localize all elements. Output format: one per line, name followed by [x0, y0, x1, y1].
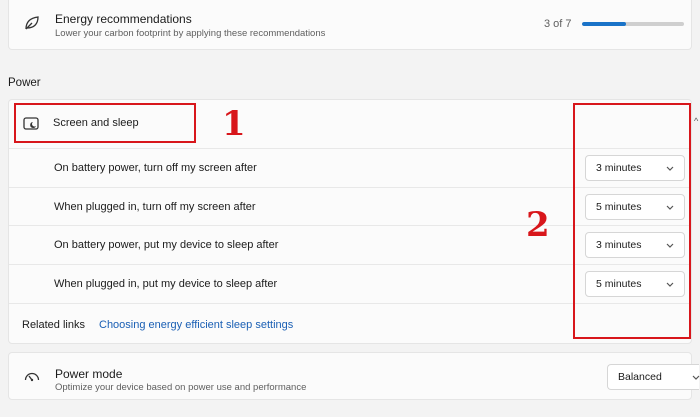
- progress-count: 3 of 7: [544, 18, 572, 30]
- power-mode-card: Power mode Optimize your device based on…: [8, 352, 700, 400]
- annotation-number-2: 2: [526, 205, 550, 245]
- dropdown-value: Balanced: [618, 371, 662, 383]
- chevron-down-icon: [692, 375, 700, 380]
- annotation-box-2: [573, 103, 691, 339]
- energy-recommendations-title: Energy recommendations: [55, 12, 192, 26]
- progress-bar: [582, 22, 684, 26]
- power-mode-dropdown[interactable]: Balanced: [607, 364, 700, 390]
- setting-label: On battery power, turn off my screen aft…: [54, 162, 257, 174]
- power-mode-subtitle: Optimize your device based on power use …: [55, 382, 307, 393]
- gauge-icon: [24, 372, 40, 382]
- related-links-label: Related links: [22, 319, 85, 331]
- setting-label: When plugged in, put my device to sleep …: [54, 278, 278, 290]
- annotation-number-1: 1: [222, 104, 246, 144]
- setting-label: When plugged in, turn off my screen afte…: [54, 201, 256, 213]
- progress-bar-fill: [582, 22, 626, 26]
- leaf-icon: [25, 16, 39, 30]
- scrollbar-up-arrow[interactable]: ^: [694, 116, 698, 126]
- annotation-box-1: [14, 103, 196, 143]
- setting-label: On battery power, put my device to sleep…: [54, 239, 279, 251]
- energy-recommendations-card[interactable]: Energy recommendations Lower your carbon…: [8, 0, 692, 50]
- section-title-power: Power: [8, 77, 41, 89]
- energy-recommendations-subtitle: Lower your carbon footprint by applying …: [55, 28, 326, 39]
- power-mode-title: Power mode: [55, 367, 123, 381]
- energy-efficient-sleep-link[interactable]: Choosing energy efficient sleep settings: [99, 319, 293, 331]
